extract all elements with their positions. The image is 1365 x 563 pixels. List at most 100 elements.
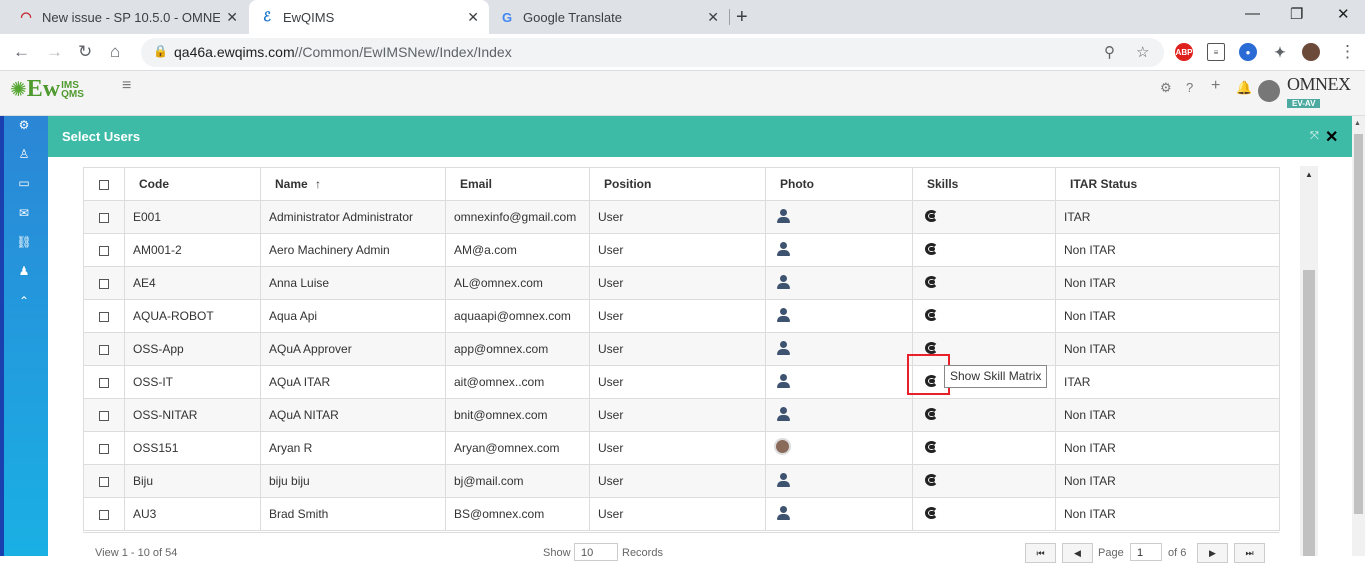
table-row[interactable]: OSS151 Aryan R Aryan@omnex.com User Non …	[83, 431, 1280, 465]
user-photo-placeholder-icon[interactable]	[776, 505, 790, 520]
modal-close-icon[interactable]: ✕	[1325, 127, 1338, 147]
sidebar-tools-icon[interactable]: ⌃	[16, 294, 32, 308]
last-page-icon[interactable]: ⏭	[1234, 543, 1265, 563]
hamburger-menu-icon[interactable]: ≡	[122, 77, 131, 95]
user-photo-placeholder-icon[interactable]	[776, 406, 790, 421]
sidebar-monitor-icon[interactable]: ▭	[16, 176, 32, 190]
browser-menu-icon[interactable]: ⋮	[1339, 42, 1356, 62]
back-icon[interactable]: ←	[13, 42, 30, 62]
user-photo-placeholder-icon[interactable]	[776, 472, 790, 487]
close-tab-icon[interactable]: ✕	[467, 9, 479, 26]
table-row[interactable]: OSS-NITAR AQuA NITAR bnit@omnex.com User…	[83, 398, 1280, 432]
row-checkbox[interactable]	[99, 245, 109, 256]
adblock-plus-icon[interactable]: ABP	[1175, 43, 1193, 61]
extensions-puzzle-icon[interactable]: ✦	[1271, 43, 1289, 61]
browser-tab-redmine[interactable]: ◠ New issue - SP 10.5.0 - OMNEX I ✕	[8, 0, 248, 34]
row-checkbox[interactable]	[99, 443, 109, 454]
table-row[interactable]: AM001-2 Aero Machinery Admin AM@a.com Us…	[83, 233, 1280, 267]
skill-matrix-icon[interactable]	[923, 506, 939, 520]
page-number-input[interactable]: 1	[1130, 543, 1162, 561]
row-checkbox[interactable]	[99, 377, 109, 388]
row-checkbox[interactable]	[99, 344, 109, 355]
add-icon[interactable]: +	[1211, 77, 1220, 95]
minimize-icon[interactable]: —	[1245, 5, 1260, 22]
skill-matrix-icon[interactable]	[923, 440, 939, 454]
row-checkbox[interactable]	[99, 476, 109, 487]
forward-icon[interactable]: →	[46, 42, 63, 62]
ewims-logo[interactable]: ✺ Ew IMS QMS	[10, 76, 84, 103]
home-icon[interactable]: ⌂	[110, 42, 120, 62]
skill-matrix-icon[interactable]	[923, 209, 939, 223]
column-header-email[interactable]: Email	[445, 167, 590, 201]
skill-matrix-icon[interactable]	[923, 242, 939, 256]
column-header-skills[interactable]: Skills	[912, 167, 1056, 201]
restore-icon[interactable]: ❐	[1290, 5, 1303, 23]
skill-matrix-icon[interactable]	[923, 275, 939, 289]
new-tab-button[interactable]: +	[736, 6, 748, 29]
user-photo-placeholder-icon[interactable]	[776, 373, 790, 388]
cell-code: AU3	[124, 497, 261, 531]
first-page-icon[interactable]: ⏮	[1025, 543, 1056, 563]
grid-scrollbar[interactable]: ▲	[1300, 166, 1318, 556]
sidebar-user-check-icon[interactable]: ♟	[16, 264, 32, 278]
cell-photo	[765, 299, 913, 333]
user-photo-placeholder-icon[interactable]	[776, 241, 790, 256]
table-row[interactable]: Biju biju biju bj@mail.com User Non ITAR	[83, 464, 1280, 498]
sidebar-workflow-icon[interactable]: ⛓	[16, 235, 32, 249]
skill-matrix-icon[interactable]	[923, 341, 939, 355]
column-header-code[interactable]: Code	[124, 167, 261, 201]
notification-bell-icon[interactable]: 🔔	[1236, 80, 1252, 96]
column-header-photo[interactable]: Photo	[765, 167, 913, 201]
table-row[interactable]: AU3 Brad Smith BS@omnex.com User Non ITA…	[83, 497, 1280, 531]
user-photo-placeholder-icon[interactable]	[776, 340, 790, 355]
user-photo-placeholder-icon[interactable]	[776, 274, 790, 289]
next-page-icon[interactable]: ▶	[1197, 543, 1228, 563]
extension-doc-icon[interactable]: ≡	[1207, 43, 1225, 61]
reload-icon[interactable]: ↻	[78, 42, 92, 62]
zoom-icon[interactable]: ⚲	[1104, 43, 1115, 61]
table-row[interactable]: OSS-App AQuA Approver app@omnex.com User…	[83, 332, 1280, 366]
row-checkbox[interactable]	[99, 278, 109, 289]
skill-matrix-icon[interactable]	[923, 308, 939, 322]
sidebar-settings-icon[interactable]: ⚙	[16, 118, 32, 132]
profile-avatar-icon[interactable]	[1302, 43, 1320, 61]
bookmark-star-icon[interactable]: ☆	[1136, 43, 1149, 61]
close-tab-icon[interactable]: ✕	[707, 9, 719, 26]
select-all-checkbox[interactable]	[99, 179, 109, 190]
table-row[interactable]: OSS-IT AQuA ITAR ait@omnex..com User ITA…	[83, 365, 1280, 399]
previous-page-icon[interactable]: ◀	[1062, 543, 1093, 563]
skill-matrix-icon[interactable]	[923, 473, 939, 487]
cell-photo	[765, 332, 913, 366]
sidebar-mail-icon[interactable]: ✉	[16, 206, 32, 220]
browser-tab-google-translate[interactable]: G Google Translate ✕	[489, 0, 729, 34]
expand-icon[interactable]: ⤧	[1310, 130, 1319, 143]
row-checkbox[interactable]	[99, 509, 109, 520]
table-row[interactable]: E001 Administrator Administrator omnexin…	[83, 200, 1280, 234]
table-row[interactable]: AQUA-ROBOT Aqua Api aquaapi@omnex.com Us…	[83, 299, 1280, 333]
row-checkbox[interactable]	[99, 212, 109, 223]
user-photo[interactable]	[774, 438, 791, 455]
user-avatar[interactable]	[1258, 80, 1280, 102]
sidebar-user-icon[interactable]: ♙	[16, 147, 32, 161]
user-photo-placeholder-icon[interactable]	[776, 208, 790, 223]
row-checkbox[interactable]	[99, 311, 109, 322]
close-tab-icon[interactable]: ✕	[226, 9, 238, 26]
help-icon[interactable]: ?	[1186, 80, 1193, 95]
settings-gear-icon[interactable]: ⚙	[1160, 80, 1172, 96]
skill-matrix-icon[interactable]	[923, 407, 939, 421]
url-field[interactable]: 🔒 qa46a.ewqims.com//Common/EwIMSNew/Inde…	[141, 38, 1164, 67]
browser-tab-ewqims[interactable]: ℰ EwQIMS ✕	[249, 0, 489, 34]
cell-itar-status: Non ITAR	[1055, 497, 1280, 531]
row-select-cell	[83, 464, 125, 498]
cell-name: AQuA NITAR	[260, 398, 446, 432]
window-close-icon[interactable]: ✕	[1337, 5, 1350, 23]
column-header-position[interactable]: Position	[589, 167, 766, 201]
row-checkbox[interactable]	[99, 410, 109, 421]
page-size-select[interactable]: 10	[574, 543, 618, 561]
column-header-name[interactable]: Name ↑	[260, 167, 446, 201]
page-scrollbar[interactable]: ▲	[1352, 116, 1365, 556]
extension-globe-icon[interactable]: ●	[1239, 43, 1257, 61]
user-photo-placeholder-icon[interactable]	[776, 307, 790, 322]
column-header-itar-status[interactable]: ITAR Status	[1055, 167, 1280, 201]
table-row[interactable]: AE4 Anna Luise AL@omnex.com User Non ITA…	[83, 266, 1280, 300]
